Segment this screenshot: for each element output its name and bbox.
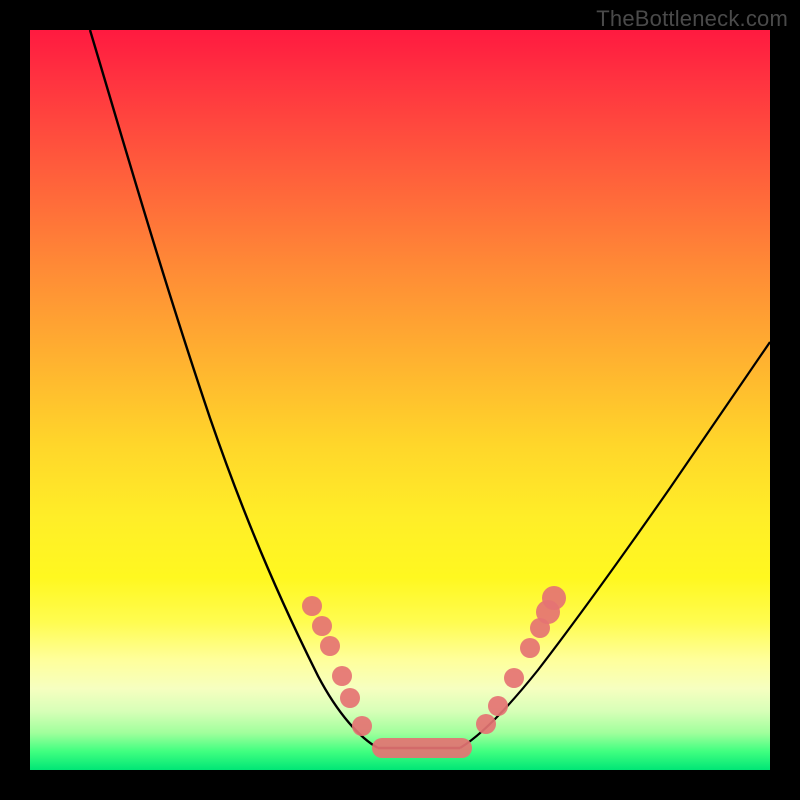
data-marker: [504, 668, 524, 688]
data-marker: [520, 638, 540, 658]
data-marker: [352, 716, 372, 736]
bottleneck-curve: [30, 30, 770, 770]
data-marker: [320, 636, 340, 656]
data-marker: [302, 596, 322, 616]
data-marker: [488, 696, 508, 716]
plot-area: [30, 30, 770, 770]
data-marker: [542, 586, 566, 610]
data-marker: [332, 666, 352, 686]
data-marker: [312, 616, 332, 636]
data-marker: [476, 714, 496, 734]
data-marker: [340, 688, 360, 708]
watermark-text: TheBottleneck.com: [596, 6, 788, 32]
curve-right: [460, 342, 770, 748]
